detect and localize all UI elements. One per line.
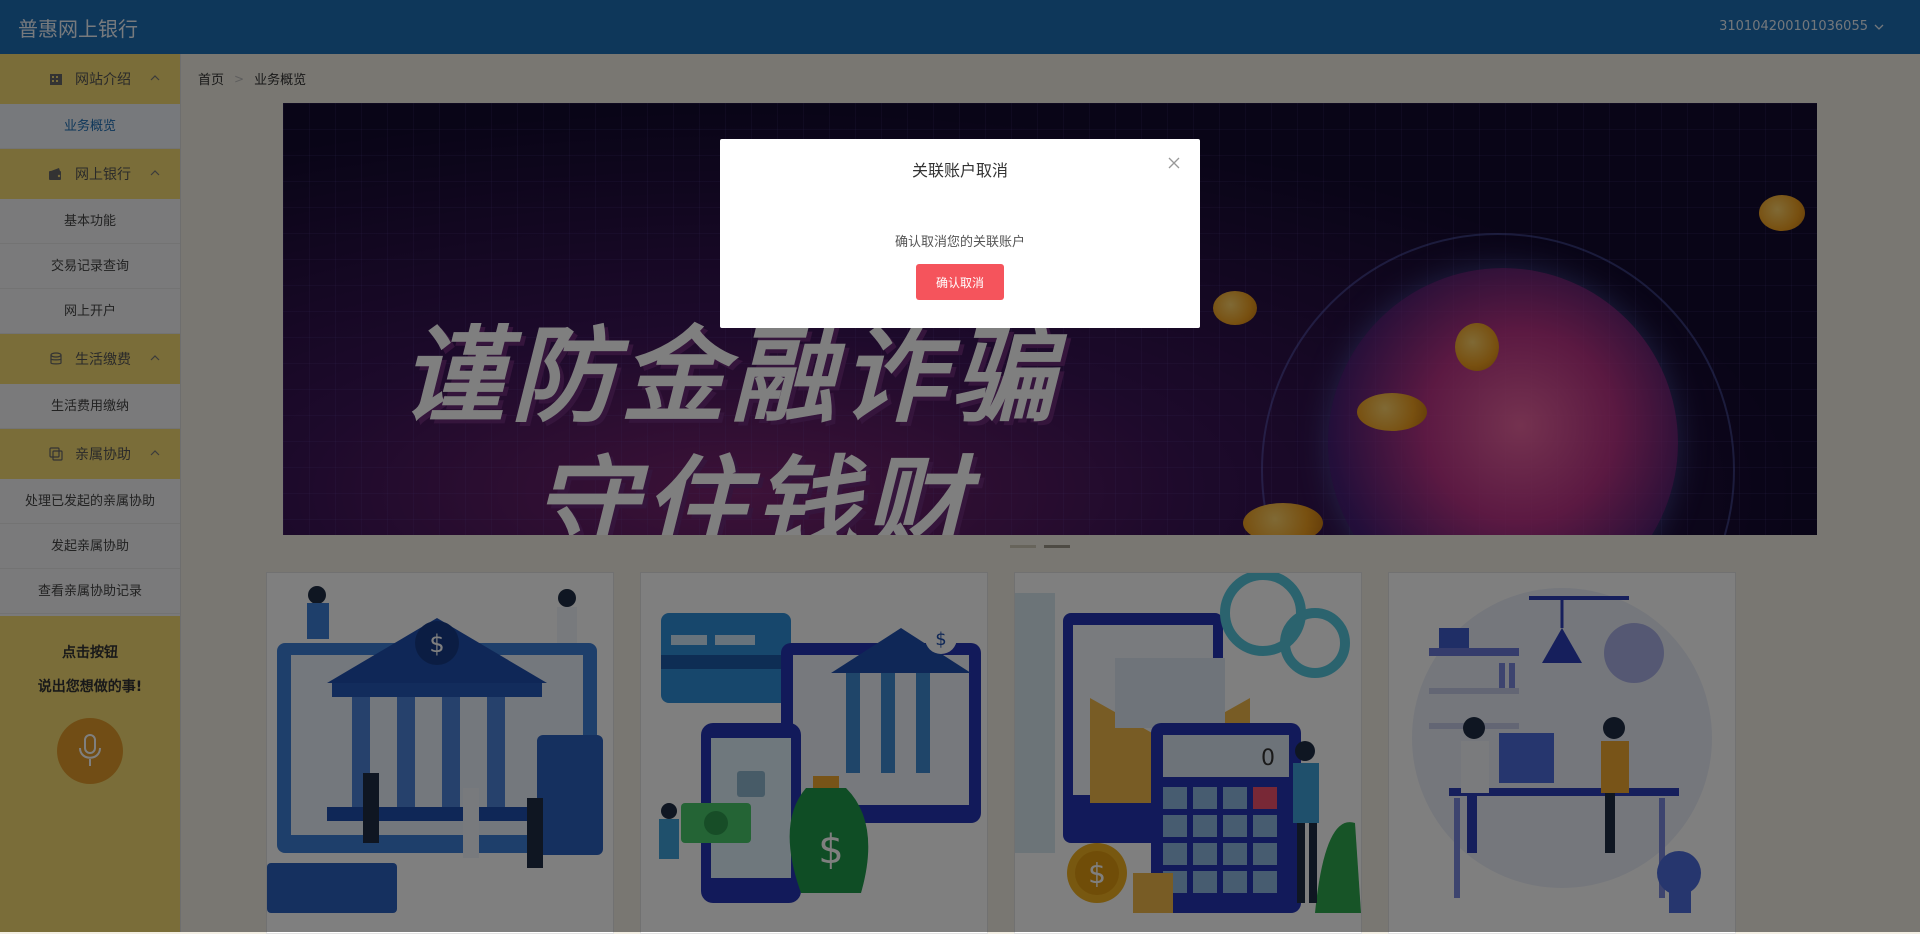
dialog-message: 确认取消您的关联账户 xyxy=(894,235,1025,250)
dialog-title: 关联账户取消 xyxy=(911,161,1008,180)
confirm-cancel-button[interactable]: 确认取消 xyxy=(916,264,1004,300)
close-icon[interactable] xyxy=(1168,157,1180,169)
unlink-account-dialog: 关联账户取消 确认取消您的关联账户 确认取消 xyxy=(720,139,1200,328)
